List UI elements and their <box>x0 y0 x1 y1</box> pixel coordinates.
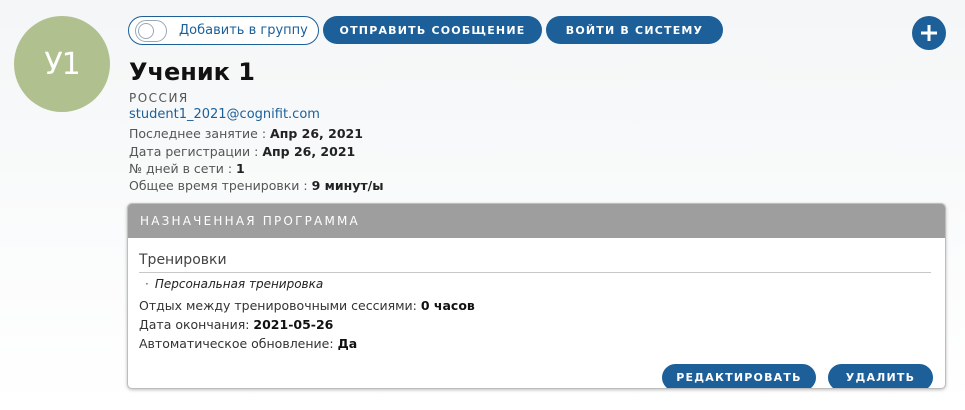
add-to-group-label: Добавить в группу <box>179 23 308 38</box>
toggle-icon <box>135 19 167 42</box>
total-time-value: 9 минут/ы <box>311 178 384 193</box>
end-date-row: Дата окончания: 2021-05-26 <box>139 317 931 332</box>
auto-renew-label: Автоматическое обновление: <box>139 336 338 351</box>
registration-row: Дата регистрации : Апр 26, 2021 <box>129 144 355 159</box>
bullet-icon: · <box>145 277 149 291</box>
send-message-button[interactable]: ОТПРАВИТЬ СООБЩЕНИЕ <box>323 16 542 44</box>
add-button[interactable] <box>912 16 946 50</box>
student-country: РОССИЯ <box>129 91 189 105</box>
auto-renew-row: Автоматическое обновление: Да <box>139 336 931 351</box>
edit-program-button[interactable]: РЕДАКТИРОВАТЬ <box>662 364 816 388</box>
last-session-label: Последнее занятие : <box>129 126 271 141</box>
assigned-program-body: Тренировки · Персональная тренировка Отды… <box>128 252 945 388</box>
rest-label: Отдых между тренировочными сессиями: <box>139 298 421 313</box>
days-online-row: № дней в сети : 1 <box>129 161 245 176</box>
total-time-label: Общее время тренировки : <box>129 178 312 193</box>
end-date-label: Дата окончания: <box>139 317 254 332</box>
registration-value: Апр 26, 2021 <box>262 144 356 159</box>
training-item: · Персональная тренировка <box>145 277 931 291</box>
days-online-value: 1 <box>236 161 245 176</box>
plus-icon <box>921 25 937 41</box>
registration-label: Дата регистрации : <box>129 144 263 159</box>
assigned-program-header: НАЗНАЧЕННАЯ ПРОГРАММА <box>128 204 945 238</box>
student-email-link[interactable]: student1_2021@cognifit.com <box>129 107 320 122</box>
delete-program-button[interactable]: УДАЛИТЬ <box>828 364 933 388</box>
last-session-value: Апр 26, 2021 <box>270 126 363 141</box>
total-time-row: Общее время тренировки : 9 минут/ы <box>129 178 384 193</box>
end-date-value: 2021-05-26 <box>253 317 334 332</box>
assigned-program-card: НАЗНАЧЕННАЯ ПРОГРАММА Тренировки · Персон… <box>127 203 946 389</box>
training-item-label: Персональная тренировка <box>154 277 324 291</box>
profile-actions: Добавить в группу ОТПРАВИТЬ СООБЩЕНИЕ ВО… <box>128 16 723 45</box>
program-actions: РЕДАКТИРОВАТЬ УДАЛИТЬ <box>662 364 933 388</box>
days-online-label: № дней в сети : <box>129 161 237 176</box>
avatar-initials: У1 <box>44 46 80 82</box>
trainings-title: Тренировки <box>139 252 931 273</box>
student-name: Ученик 1 <box>129 58 255 86</box>
avatar: У1 <box>14 16 110 112</box>
last-session-row: Последнее занятие : Апр 26, 2021 <box>129 126 363 141</box>
auto-renew-value: Да <box>337 336 358 351</box>
login-as-user-button[interactable]: ВОЙТИ В СИСТЕМУ <box>546 16 723 44</box>
rest-row: Отдых между тренировочными сессиями: 0 ч… <box>139 298 931 313</box>
add-to-group-button[interactable]: Добавить в группу <box>128 16 319 45</box>
rest-value: 0 часов <box>420 298 475 313</box>
student-profile-page: У1 Добавить в группу ОТПРАВИТЬ СООБЩЕНИЕ… <box>0 0 965 410</box>
